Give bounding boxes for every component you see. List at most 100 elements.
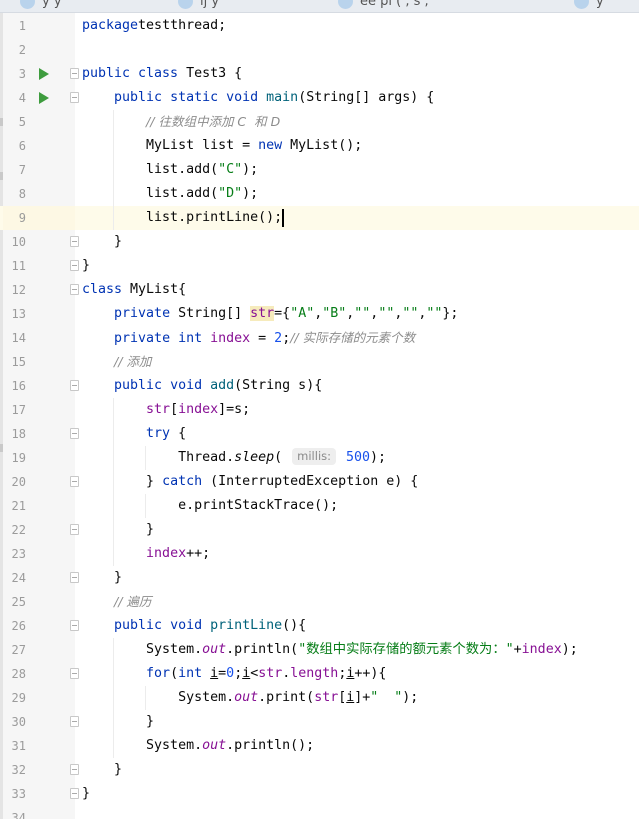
code-line[interactable]: 7 list.add("C"); bbox=[0, 158, 639, 182]
code-token: list.add( bbox=[82, 162, 219, 177]
code-line[interactable]: 20 } catch (InterruptedException e) { bbox=[0, 470, 639, 494]
code-token: 2 bbox=[274, 331, 283, 346]
code-line[interactable]: 16 public void add(String s){ bbox=[0, 374, 639, 398]
code-line[interactable]: 5 // 往数组中添加 C 和 D bbox=[0, 110, 639, 134]
code-line[interactable]: 32 } bbox=[0, 758, 639, 782]
code-text[interactable]: public void printLine(){ bbox=[82, 614, 306, 638]
code-line[interactable]: 11} bbox=[0, 254, 639, 278]
editor-tab[interactable]: y bbox=[574, 0, 639, 10]
code-line[interactable]: 9 list.printLine(); bbox=[0, 206, 639, 230]
code-line[interactable]: 34 bbox=[0, 806, 639, 819]
tab-label: y bbox=[596, 0, 604, 9]
code-line[interactable]: 3 public class Test3 { bbox=[0, 62, 639, 86]
code-line[interactable]: 30 } bbox=[0, 710, 639, 734]
code-text[interactable]: Thread.sleep( millis: 500); bbox=[82, 446, 386, 470]
code-editor[interactable]: 1 packagetestthread; 2 3 public class Test3 … bbox=[0, 14, 639, 819]
code-text[interactable]: } bbox=[82, 782, 90, 806]
code-text[interactable]: packagetestthread; bbox=[82, 14, 226, 38]
run-icon[interactable] bbox=[39, 68, 49, 80]
editor-tab[interactable]: ee pi ( , s , bbox=[338, 0, 488, 10]
code-text[interactable]: public static void main(String[] args) { bbox=[82, 86, 434, 110]
fold-icon[interactable] bbox=[70, 716, 79, 727]
code-text[interactable]: public void add(String s){ bbox=[82, 374, 322, 398]
fold-icon[interactable] bbox=[70, 524, 79, 535]
code-line[interactable]: 27 System.out.println("数组中实际存储的额元素个数为："+… bbox=[0, 638, 639, 662]
fold-icon[interactable] bbox=[70, 284, 79, 295]
code-line[interactable]: 31 System.out.println(); bbox=[0, 734, 639, 758]
line-number: 17 bbox=[11, 403, 26, 417]
fold-icon[interactable] bbox=[70, 92, 79, 103]
code-text[interactable]: public class Test3 { bbox=[82, 62, 242, 86]
code-line[interactable]: 29 System.out.print(str[i]+" "); bbox=[0, 686, 639, 710]
editor-tab[interactable]: ij y bbox=[178, 0, 328, 10]
code-text[interactable]: // 遍历 bbox=[82, 590, 151, 615]
code-line[interactable]: 28 for(int i=0;i<str.length;i++){ bbox=[0, 662, 639, 686]
code-text[interactable]: MyList list = new MyList(); bbox=[82, 134, 362, 158]
code-text[interactable]: str[index]=s; bbox=[82, 398, 250, 422]
fold-icon[interactable] bbox=[70, 764, 79, 775]
code-text[interactable]: e.printStackTrace(); bbox=[82, 494, 338, 518]
code-token: for bbox=[146, 666, 171, 681]
code-line[interactable]: 15 // 添加 bbox=[0, 350, 639, 374]
fold-icon[interactable] bbox=[70, 260, 79, 271]
code-line[interactable]: 12 class MyList{ bbox=[0, 278, 639, 302]
code-line[interactable]: 10 } bbox=[0, 230, 639, 254]
code-line[interactable]: 23 index++; bbox=[0, 542, 639, 566]
fold-icon[interactable] bbox=[70, 476, 79, 487]
code-token: "B" bbox=[322, 306, 347, 321]
code-text[interactable]: list.printLine(); bbox=[82, 206, 282, 230]
line-number: 23 bbox=[11, 547, 26, 561]
fold-icon[interactable] bbox=[70, 668, 79, 679]
code-line[interactable]: 4 public static void main(String[] args)… bbox=[0, 86, 639, 110]
code-text[interactable]: list.add("C"); bbox=[82, 158, 258, 182]
code-text[interactable]: list.add("D"); bbox=[82, 182, 258, 206]
code-token: MyList(); bbox=[282, 138, 363, 153]
code-text[interactable]: private int index = 2;// 实际存储的元素个数 bbox=[82, 326, 415, 351]
code-line[interactable]: 8 list.add("D"); bbox=[0, 182, 639, 206]
code-text[interactable]: private String[] str={"A","B","","","","… bbox=[82, 302, 458, 326]
code-text[interactable]: System.out.print(str[i]+" "); bbox=[82, 686, 418, 710]
code-text[interactable]: System.out.println(); bbox=[82, 734, 314, 758]
fold-icon[interactable] bbox=[70, 428, 79, 439]
fold-icon[interactable] bbox=[70, 380, 79, 391]
code-line[interactable]: 17 str[index]=s; bbox=[0, 398, 639, 422]
code-text[interactable]: // 添加 bbox=[82, 350, 151, 375]
code-line[interactable]: 1 packagetestthread; bbox=[0, 14, 639, 38]
fold-icon[interactable] bbox=[70, 68, 79, 79]
code-text[interactable]: System.out.println("数组中实际存储的额元素个数为："+ind… bbox=[82, 638, 578, 662]
code-text[interactable]: } bbox=[82, 758, 122, 782]
code-text[interactable]: for(int i=0;i<str.length;i++){ bbox=[82, 662, 386, 686]
line-number: 14 bbox=[11, 331, 26, 345]
code-line[interactable]: 13 private String[] str={"A","B","","","… bbox=[0, 302, 639, 326]
fold-icon[interactable] bbox=[70, 620, 79, 631]
code-line[interactable]: 2 bbox=[0, 38, 639, 62]
code-text[interactable]: } bbox=[82, 710, 154, 734]
code-text[interactable]: } bbox=[82, 518, 154, 542]
code-line[interactable]: 24 } bbox=[0, 566, 639, 590]
code-line[interactable]: 26 public void printLine(){ bbox=[0, 614, 639, 638]
code-text[interactable]: try { bbox=[82, 422, 186, 446]
editor-tab[interactable]: y y bbox=[20, 0, 170, 10]
code-line[interactable]: 33} bbox=[0, 782, 639, 806]
code-line[interactable]: 14 private int index = 2;// 实际存储的元素个数 bbox=[0, 326, 639, 350]
code-text[interactable]: // 往数组中添加 C 和 D bbox=[82, 110, 280, 135]
code-line[interactable]: 25 // 遍历 bbox=[0, 590, 639, 614]
line-number: 24 bbox=[11, 571, 26, 585]
code-line[interactable]: 21 e.printStackTrace(); bbox=[0, 494, 639, 518]
code-text[interactable]: } bbox=[82, 254, 90, 278]
code-token: + bbox=[513, 642, 522, 657]
line-number: 19 bbox=[11, 451, 26, 465]
code-text[interactable]: index++; bbox=[82, 542, 210, 566]
fold-icon[interactable] bbox=[70, 788, 79, 799]
run-icon[interactable] bbox=[39, 92, 49, 104]
code-text[interactable]: class MyList{ bbox=[82, 278, 186, 302]
code-line[interactable]: 6 MyList list = new MyList(); bbox=[0, 134, 639, 158]
code-text[interactable]: } catch (InterruptedException e) { bbox=[82, 470, 418, 494]
fold-icon[interactable] bbox=[70, 572, 79, 583]
code-text[interactable]: } bbox=[82, 566, 122, 590]
fold-icon[interactable] bbox=[70, 236, 79, 247]
code-line[interactable]: 19 Thread.sleep( millis: 500); bbox=[0, 446, 639, 470]
code-text[interactable]: } bbox=[82, 230, 122, 254]
code-line[interactable]: 22 } bbox=[0, 518, 639, 542]
code-line[interactable]: 18 try { bbox=[0, 422, 639, 446]
